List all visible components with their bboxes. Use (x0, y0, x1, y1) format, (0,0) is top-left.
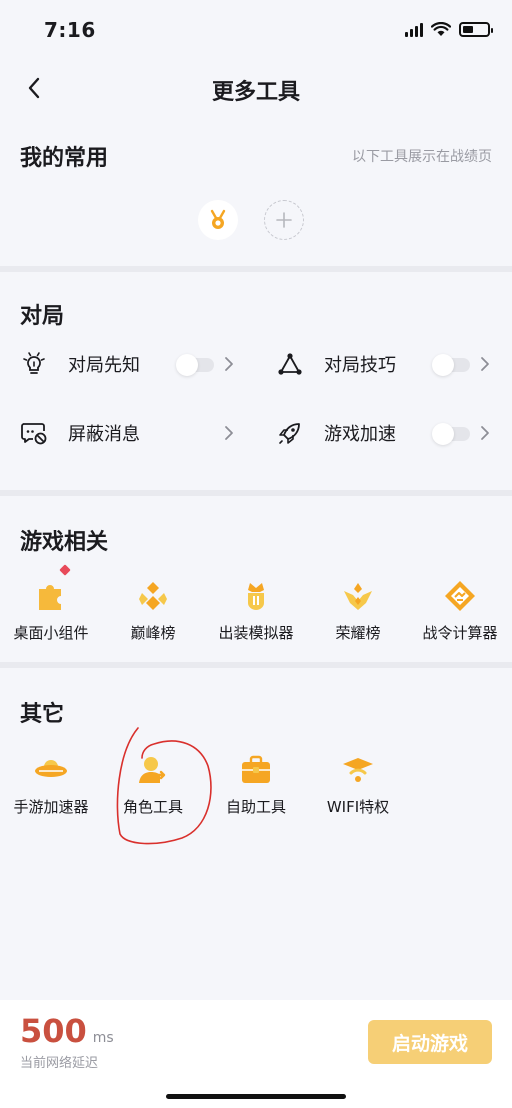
home-indicator[interactable] (166, 1094, 346, 1099)
plus-icon (276, 212, 292, 228)
match-item-tips[interactable]: 对局技巧 (276, 344, 396, 384)
other-item-label: 手游加速器 (13, 798, 89, 816)
latency-display: 500 ms (20, 1012, 114, 1050)
latency-value: 500 (20, 1012, 87, 1050)
calculator-icon (440, 576, 480, 616)
game-item-label: 巅峰榜 (130, 624, 176, 642)
game-section: 游戏相关 桌面小组件 巅峰榜 出装模拟器 荣耀榜 战令计算器 (0, 496, 512, 662)
other-item-self-service[interactable]: 自助工具 (206, 750, 306, 817)
match-title: 对局 (20, 304, 65, 329)
game-item-label: 桌面小组件 (13, 624, 89, 642)
favorites-section: 我的常用 以下工具展示在战绩页 (0, 120, 512, 268)
wifi-icon (431, 22, 451, 36)
status-time: 7:16 (44, 18, 96, 42)
medal-icon (210, 209, 226, 229)
ufo-icon (31, 750, 71, 790)
game-item-equipment-sim[interactable]: 出装模拟器 (206, 576, 306, 643)
favorites-hint: 以下工具展示在战绩页 (352, 149, 492, 165)
other-title: 其它 (20, 702, 65, 727)
chevron-right-icon[interactable] (222, 354, 236, 374)
badge-red-dot (59, 564, 71, 576)
match-item-foresight[interactable]: 对局先知 (20, 344, 140, 384)
favorite-medal-slot[interactable] (198, 200, 238, 240)
game-item-label: 出装模拟器 (218, 624, 294, 642)
latency-unit: ms (92, 1030, 114, 1046)
favorites-title: 我的常用 (20, 146, 109, 171)
match-item-label: 对局技巧 (324, 355, 396, 376)
battery-icon (459, 22, 493, 37)
match-item-label: 对局先知 (68, 355, 140, 376)
glory-rank-icon (338, 576, 378, 616)
match-section: 对局 对局先知 对局技巧 屏蔽消息 游戏加速 (0, 272, 512, 490)
other-section: 其它 手游加速器 角色工具 自助工具 WIFI特权 (0, 668, 512, 1000)
message-block-icon (20, 419, 48, 447)
page-title: 更多工具 (211, 80, 300, 105)
tips-toggle[interactable] (432, 354, 470, 376)
game-item-desktop-widget[interactable]: 桌面小组件 (1, 564, 101, 643)
signal-icon (405, 22, 423, 37)
match-item-label: 屏蔽消息 (68, 424, 140, 445)
match-item-game-boost[interactable]: 游戏加速 (276, 413, 396, 453)
status-bar: 7:16 (0, 0, 512, 58)
start-game-button[interactable]: 启动游戏 (368, 1020, 492, 1064)
chevron-right-icon[interactable] (478, 354, 492, 374)
rocket-icon (276, 419, 304, 447)
toolbox-icon (236, 750, 276, 790)
puzzle-icon (31, 564, 71, 616)
game-item-peak-rank[interactable]: 巅峰榜 (103, 576, 203, 643)
other-item-role-tools[interactable]: 角色工具 (103, 750, 203, 817)
wifi-privilege-icon (338, 750, 378, 790)
chevron-right-icon[interactable] (478, 423, 492, 443)
other-item-wifi-privilege[interactable]: WIFI特权 (308, 750, 408, 817)
peak-rank-icon (133, 576, 173, 616)
game-item-label: 荣耀榜 (335, 624, 381, 642)
foresight-toggle[interactable] (176, 354, 214, 376)
boost-toggle[interactable] (432, 423, 470, 445)
other-item-label: WIFI特权 (326, 798, 390, 816)
match-item-block-messages[interactable]: 屏蔽消息 (20, 413, 140, 453)
game-item-label: 战令计算器 (422, 624, 498, 642)
game-item-pass-calculator[interactable]: 战令计算器 (410, 576, 510, 643)
more-tools-page: 7:16 更多工具 我的常用 以下工具展示在战绩页 对局 对局先知 对局技巧 屏… (0, 0, 512, 1108)
triangle-nodes-icon (276, 350, 304, 378)
lightbulb-icon (20, 350, 48, 378)
equipment-icon (236, 576, 276, 616)
nav-bar: 更多工具 (0, 60, 512, 116)
latency-label: 当前网络延迟 (20, 1056, 99, 1071)
other-item-label: 自助工具 (225, 798, 286, 816)
game-item-glory-rank[interactable]: 荣耀榜 (308, 576, 408, 643)
other-item-label: 角色工具 (122, 798, 183, 816)
other-item-mobile-accelerator[interactable]: 手游加速器 (1, 750, 101, 817)
bottom-bar: 500 ms 当前网络延迟 启动游戏 (0, 1000, 512, 1108)
match-item-label: 游戏加速 (324, 424, 396, 445)
role-icon (133, 750, 173, 790)
game-title: 游戏相关 (20, 530, 109, 555)
status-icons (405, 22, 493, 37)
chevron-right-icon[interactable] (222, 423, 236, 443)
add-favorite-button[interactable] (264, 200, 304, 240)
